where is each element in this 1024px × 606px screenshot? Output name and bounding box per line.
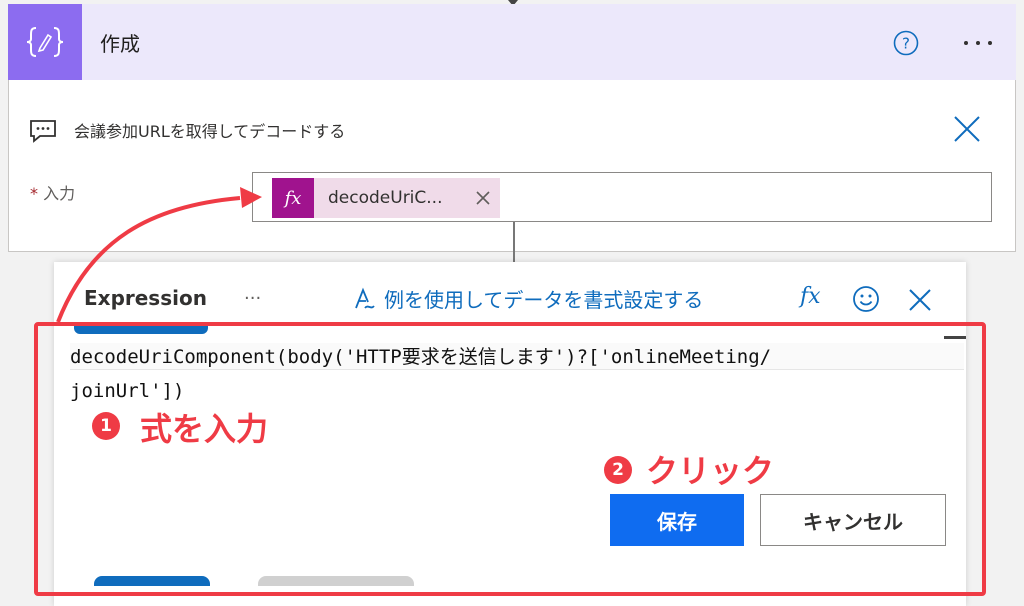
help-circle-icon[interactable]: ? <box>893 30 919 56</box>
action-comment: 会議参加URLを取得してデコードする <box>74 122 346 141</box>
input-label-text: 入力 <box>43 184 76 203</box>
token-label: decodeUriC... <box>328 188 443 208</box>
svg-text:?: ? <box>902 35 910 53</box>
token-remove-icon[interactable] <box>466 178 500 218</box>
action-title[interactable]: 作成 <box>100 28 140 57</box>
close-icon[interactable] <box>952 114 982 144</box>
expression-token[interactable]: fx decodeUriC... <box>272 178 500 218</box>
more-icon[interactable] <box>958 30 998 56</box>
comment-icon <box>30 120 56 143</box>
token-fx-icon: fx <box>272 178 314 218</box>
required-mark: * <box>30 184 38 203</box>
flow-connector-line <box>513 222 515 264</box>
smile-icon[interactable] <box>852 285 880 313</box>
compose-braces-icon <box>8 4 82 80</box>
input-label: * 入力 <box>30 180 75 204</box>
tab-expression[interactable]: Expression <box>84 286 207 310</box>
annotation-highlight-box <box>34 322 986 596</box>
format-data-text: 例を使用してデータを書式設定する <box>384 288 704 312</box>
fx-icon[interactable]: fx <box>800 284 821 309</box>
panel-more-icon[interactable]: ··· <box>244 288 261 309</box>
card-header[interactable] <box>8 4 1016 80</box>
panel-close-icon[interactable] <box>906 286 934 314</box>
format-pen-icon <box>355 287 375 309</box>
format-data-link[interactable]: 例を使用してデータを書式設定する <box>352 284 703 313</box>
